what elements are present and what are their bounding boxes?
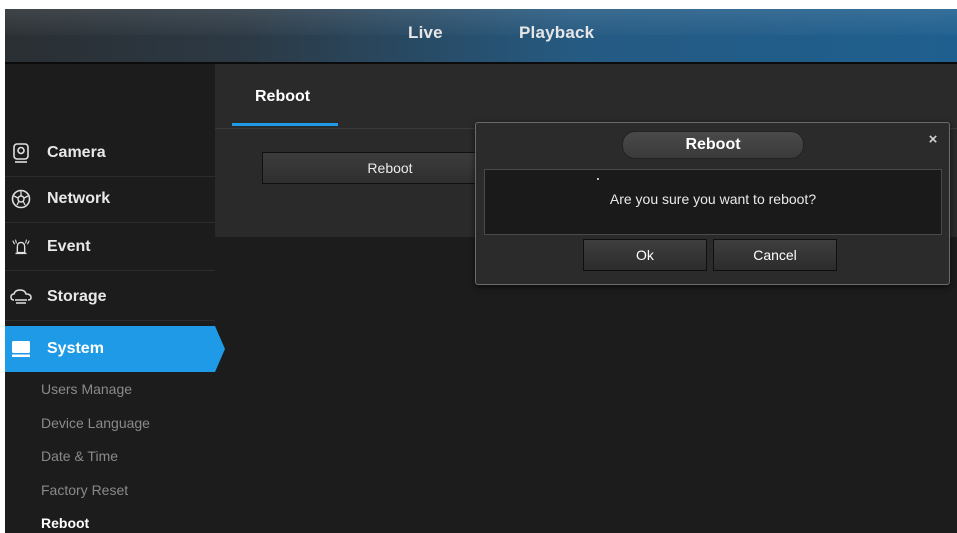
sidebar-item-storage[interactable]: Storage [5,274,215,321]
tab-reboot[interactable]: Reboot [255,88,310,106]
active-indicator-arrow [215,326,225,372]
nav-playback[interactable]: Playback [519,23,594,43]
event-icon [10,236,32,258]
close-icon[interactable]: × [925,132,941,148]
sub-item-factory-reset[interactable]: Factory Reset [41,482,128,498]
sidebar-item-label: Storage [47,288,107,305]
cancel-button[interactable]: Cancel [713,239,837,271]
sidebar-item-label: Camera [47,144,106,161]
nav-live[interactable]: Live [408,23,443,43]
sidebar-item-label: Event [47,238,91,255]
sidebar-item-label: System [47,340,104,357]
sidebar-item-event[interactable]: Event [5,224,215,271]
camera-icon [10,142,32,164]
sub-item-device-language[interactable]: Device Language [41,415,150,431]
sidebar-item-system[interactable]: System [5,326,225,372]
dialog-title: Reboot [622,131,804,159]
tab-strip: Reboot [215,64,957,129]
reboot-dialog: Reboot × Are you sure you want to reboot… [475,122,950,285]
network-icon [10,188,32,210]
system-icon [10,338,32,360]
dialog-dot [597,178,599,180]
app-frame: Live Playback Camera Network Event Stora… [5,9,957,533]
tab-underline [232,123,338,126]
sidebar-item-label: Network [47,190,111,207]
sidebar-item-camera[interactable]: Camera [5,130,215,177]
ok-button[interactable]: Ok [583,239,707,271]
storage-icon [10,286,32,308]
sub-item-users-manage[interactable]: Users Manage [41,381,132,397]
dialog-message: Are you sure you want to reboot? [609,191,817,207]
top-nav-bar: Live Playback [5,9,957,64]
sub-item-reboot[interactable]: Reboot [41,515,89,531]
sub-item-date-time[interactable]: Date & Time [41,448,118,464]
dialog-body: Are you sure you want to reboot? [484,169,942,235]
sidebar: Camera Network Event Storage System User… [5,64,225,533]
sidebar-item-network[interactable]: Network [5,176,215,223]
